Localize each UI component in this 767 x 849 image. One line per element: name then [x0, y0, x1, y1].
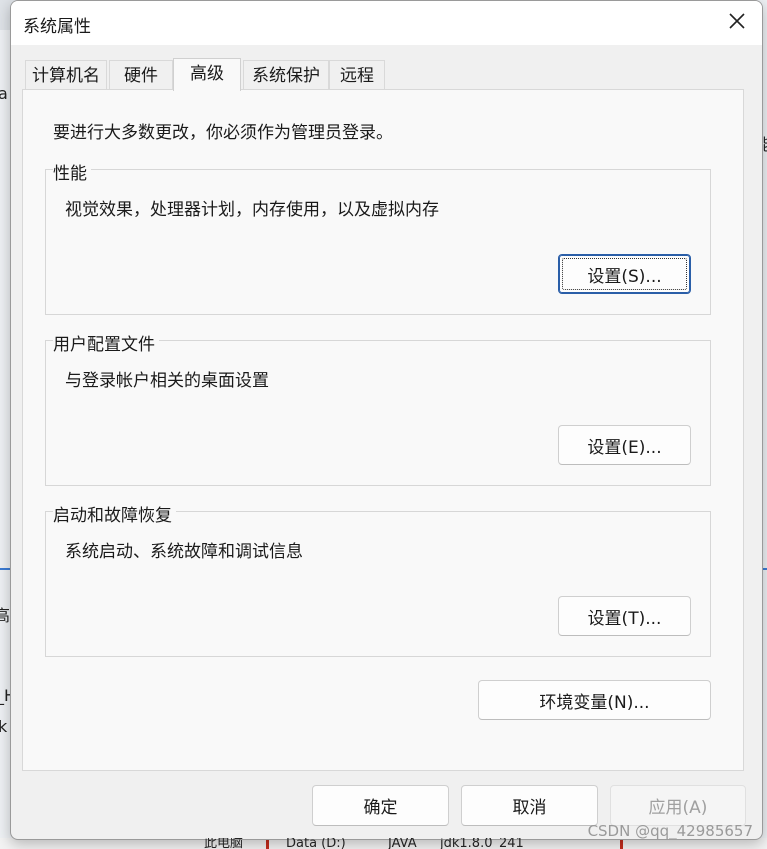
- startup-recovery-settings-button[interactable]: 设置(T)...: [558, 596, 691, 636]
- tab-remote[interactable]: 远程: [329, 60, 385, 90]
- startup-recovery-description: 系统启动、系统故障和调试信息: [65, 542, 303, 562]
- performance-description: 视觉效果，处理器计划，内存使用，以及虚拟内存: [65, 200, 439, 220]
- background-fragment: 此电脑: [204, 838, 244, 849]
- button-label: 环境变量(N)...: [539, 692, 650, 713]
- background-fragment: Data (D:): [286, 838, 346, 849]
- button-label: 确定: [363, 798, 398, 818]
- button-label: 设置(E)...: [587, 437, 662, 458]
- button-label: 应用(A): [648, 798, 708, 818]
- dialog-title: 系统属性: [23, 17, 91, 37]
- background-fragment: jdk1.8.0_241: [440, 838, 524, 849]
- button-label: 设置(S)...: [587, 266, 662, 287]
- tab-computer-name[interactable]: 计算机名: [25, 60, 107, 90]
- startup-recovery-group-label: 启动和故障恢复: [53, 501, 176, 526]
- apply-button[interactable]: 应用(A): [610, 785, 746, 826]
- tab-label: 远程: [340, 66, 374, 86]
- title-bar[interactable]: 系统属性: [11, 1, 762, 45]
- user-profiles-description: 与登录帐户相关的桌面设置: [65, 371, 269, 391]
- button-label: 取消: [512, 798, 547, 818]
- performance-group-label: 性能: [53, 159, 91, 184]
- system-properties-dialog: 系统属性 计算机名 硬件 高级 系统保护 远程 要进行大多数更改，你必须作为管理…: [10, 0, 763, 840]
- background-fragment: k: [0, 717, 8, 736]
- cancel-button[interactable]: 取消: [461, 785, 598, 826]
- background-fragment: a: [0, 84, 8, 103]
- button-label: 设置(T)...: [587, 608, 662, 629]
- close-icon: [729, 13, 745, 33]
- tab-label: 计算机名: [32, 66, 100, 86]
- user-profiles-settings-button[interactable]: 设置(E)...: [558, 425, 691, 465]
- tab-advanced[interactable]: 高级: [173, 58, 241, 91]
- user-profiles-group-label: 用户配置文件: [53, 330, 159, 355]
- tab-label: 高级: [190, 64, 224, 84]
- tab-label: 系统保护: [252, 66, 320, 86]
- tab-hardware[interactable]: 硬件: [109, 60, 173, 90]
- background-fragment: JAVA: [388, 838, 417, 849]
- tab-label: 硬件: [124, 66, 158, 86]
- background-fragment: 高: [0, 606, 11, 625]
- admin-notice: 要进行大多数更改，你必须作为管理员登录。: [53, 123, 393, 143]
- ok-button[interactable]: 确定: [312, 785, 449, 826]
- close-button[interactable]: [714, 1, 760, 45]
- performance-settings-button[interactable]: 设置(S)...: [558, 254, 691, 294]
- tab-system-protection[interactable]: 系统保护: [243, 60, 329, 90]
- csdn-watermark: CSDN @qq_42985657: [587, 822, 753, 840]
- environment-variables-button[interactable]: 环境变量(N)...: [478, 680, 711, 720]
